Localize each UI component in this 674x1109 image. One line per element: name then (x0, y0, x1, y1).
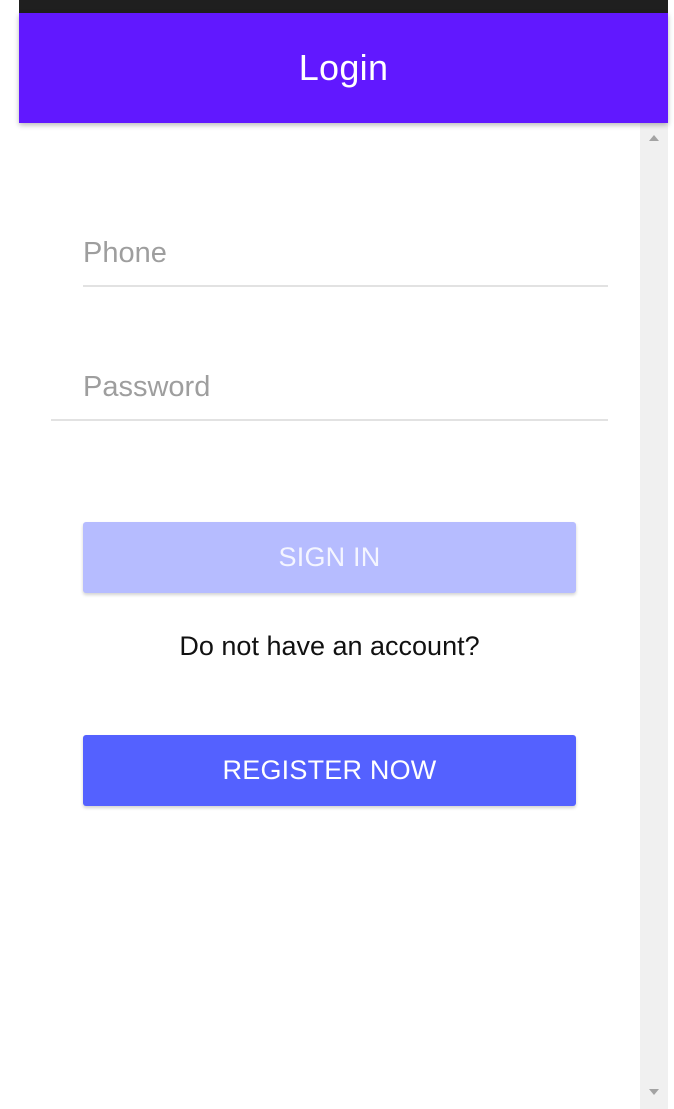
scroll-up-arrow-icon[interactable] (649, 135, 659, 141)
app-bar: Login (19, 13, 668, 123)
password-input[interactable] (51, 355, 608, 419)
sign-in-button[interactable]: SIGN IN (83, 522, 576, 593)
scroll-down-arrow-icon[interactable] (649, 1089, 659, 1095)
no-account-prompt: Do not have an account? (179, 631, 480, 661)
password-field (51, 355, 608, 421)
phone-input[interactable] (83, 221, 608, 285)
vertical-scrollbar[interactable] (640, 123, 668, 1109)
login-form: SIGN IN Do not have an account? REGISTER… (19, 123, 640, 1109)
page-title: Login (298, 47, 389, 88)
top-status-strip (19, 0, 668, 13)
phone-field (83, 221, 608, 287)
register-now-button[interactable]: REGISTER NOW (83, 735, 576, 806)
